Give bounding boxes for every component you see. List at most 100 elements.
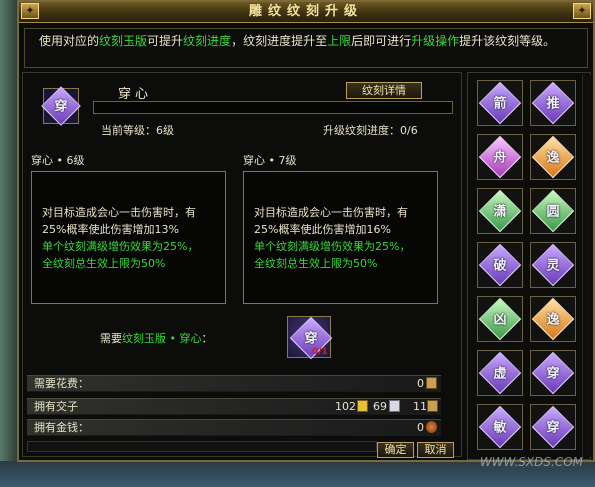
money-row: 拥有金钱： 0 [27, 419, 441, 436]
desc-text: 后即可进行 [351, 34, 412, 48]
jiaozi-icon [426, 377, 437, 389]
gem-char: 穿 [54, 99, 68, 115]
inventory-slot[interactable]: 灵 [530, 242, 576, 288]
effect-line: 全纹刻总生效上限为50% [42, 257, 166, 270]
engraving-gem-icon: 逸 [531, 135, 575, 179]
corner-ornament-left: ✦ [21, 3, 39, 19]
effect-line: 单个纹刻满级增伤效果为25%， [254, 240, 411, 253]
upgrade-progress-bar [93, 101, 453, 114]
inventory-slot[interactable]: 逸 [530, 134, 576, 180]
jiaozi-label: 拥有交子 [34, 400, 78, 413]
inventory-slot[interactable]: 推 [530, 80, 576, 126]
inventory-slot[interactable]: 圆 [530, 188, 576, 234]
main-panel: 穿 穿心 纹刻详情 当前等级：6级 升级纹刻进度：0/6 穿心 • 6级 穿心 … [22, 72, 462, 458]
gem-char: 灵 [546, 258, 560, 274]
effect-line: 单个纹刻满级增伤效果为25%， [42, 240, 199, 253]
gem-char: 逸 [546, 150, 560, 166]
engraving-gem-icon: 箭 [478, 81, 522, 125]
inventory-slot[interactable]: 潇 [477, 188, 523, 234]
next-effect-box: 对目标造成会心一击伤害时，有25%概率使此伤害增加16% 单个纹刻满级增伤效果为… [243, 171, 438, 304]
inventory-slot[interactable]: 敏 [477, 404, 523, 450]
engraving-detail-button[interactable]: 纹刻详情 [346, 82, 422, 99]
inventory-slot[interactable]: 舟 [477, 134, 523, 180]
cost-value: 0 [417, 377, 424, 390]
gem-char: 箭 [493, 96, 507, 112]
current-level: 当前等级：6级 [101, 124, 174, 137]
gem-char: 逸 [546, 312, 560, 328]
inventory-slot[interactable]: 破 [477, 242, 523, 288]
inventory-scrollbar[interactable] [582, 75, 591, 457]
skill-icon[interactable]: 穿 [41, 86, 81, 126]
requirement-suffix: ： [201, 332, 213, 345]
current-effect-title: 穿心 • 6级 [31, 154, 85, 167]
upgrade-progress-text: 升级纹刻进度：0/6 [323, 124, 418, 137]
horizontal-scrollbar[interactable] [27, 441, 377, 452]
confirm-button[interactable]: 确定 [377, 442, 414, 458]
engraving-gem-icon: 逸 [531, 297, 575, 341]
gem-char: 圆 [546, 204, 560, 220]
gem-char: 敏 [493, 420, 507, 436]
description-box: 使用对应的纹刻玉版可提升纹刻进度，纹刻进度提升至上限后即可进行升级操作提升该纹刻… [24, 28, 588, 68]
engraving-gem-icon: 敏 [478, 405, 522, 449]
desc-text: 使用对应的 [39, 34, 100, 48]
skill-name: 穿心 [118, 87, 153, 102]
inventory-slot[interactable]: 虚 [477, 350, 523, 396]
engraving-gem-icon: 灵 [531, 243, 575, 287]
cost-row: 需要花费： 0 [27, 375, 441, 392]
cancel-button[interactable]: 取消 [417, 442, 454, 458]
effect-line: 全纹刻总生效上限为50% [254, 257, 378, 270]
current-effect-box: 对目标造成会心一击伤害时，有25%概率使此伤害增加13% 单个纹刻满级增伤效果为… [31, 171, 226, 304]
gem-char: 推 [546, 96, 560, 112]
desc-highlight: 纹刻进度 [183, 34, 232, 48]
engraving-gem-icon: 穿 [531, 405, 575, 449]
engraving-gem-icon: 潇 [478, 189, 522, 233]
silver-ingot-icon [389, 400, 400, 412]
desc-text: ，纹刻进度提升至 [231, 34, 328, 48]
jiaozi-silver: 69 [373, 400, 387, 413]
engraving-gem-icon: 凶 [478, 297, 522, 341]
window-title: 雕纹纹刻升级 [248, 4, 363, 19]
gem-char: 穿 [546, 420, 560, 436]
gem-char: 凶 [493, 312, 507, 328]
engraving-gem-icon: 圆 [531, 189, 575, 233]
jiaozi-other: 11 [413, 400, 427, 413]
close-button[interactable]: ✦ [573, 3, 591, 19]
engraving-upgrade-window: ✦ 雕纹纹刻升级 ✦ 使用对应的纹刻玉版可提升纹刻进度，纹刻进度提升至上限后即可… [17, 0, 595, 462]
required-item-count: 0/1 [312, 347, 328, 357]
site-watermark: WWW.SXDS.COM [479, 455, 583, 469]
title-bar[interactable]: ✦ 雕纹纹刻升级 ✦ [19, 2, 593, 23]
inventory-slot[interactable]: 凶 [477, 296, 523, 342]
effect-line: 对目标造成会心一击伤害时，有25%概率使此伤害增加16% [254, 206, 408, 236]
engraving-inventory-panel: 箭推舟逸潇圆破灵凶逸虚穿敏穿 [467, 72, 591, 460]
money-value: 0 [417, 421, 424, 434]
gem-char: 虚 [493, 366, 507, 382]
gem-char: 破 [493, 258, 507, 274]
requirement-label: 需要纹刻玉版 • 穿心： [100, 330, 212, 346]
desc-highlight: 上限 [327, 34, 352, 48]
gem-char: 穿 [546, 366, 560, 382]
effect-line: 对目标造成会心一击伤害时，有25%概率使此伤害增加13% [42, 206, 196, 236]
money-label: 拥有金钱： [34, 421, 89, 434]
inventory-slot[interactable]: 箭 [477, 80, 523, 126]
engraving-gem-icon: 穿 [41, 86, 81, 126]
jiaozi-row: 拥有交子 102 69 11 [27, 398, 441, 415]
engraving-gem-icon: 虚 [478, 351, 522, 395]
inventory-slot[interactable]: 穿 [530, 350, 576, 396]
gem-char: 潇 [493, 204, 507, 220]
requirement-item: 纹刻玉版 • 穿心 [122, 332, 202, 345]
copper-coin-icon [426, 421, 437, 433]
desc-text: 提升该纹刻等级。 [459, 34, 556, 48]
gold-ingot-icon [357, 400, 368, 412]
desc-highlight: 升级操作 [411, 34, 460, 48]
gem-char: 舟 [493, 150, 507, 166]
book-icon [427, 400, 438, 412]
next-effect-title: 穿心 • 7级 [243, 154, 297, 167]
engraving-gem-icon: 舟 [478, 135, 522, 179]
inventory-slot[interactable]: 穿 [530, 404, 576, 450]
desc-text: 可提升 [147, 34, 184, 48]
engraving-gem-icon: 破 [478, 243, 522, 287]
jiaozi-gold: 102 [335, 400, 356, 413]
cost-label: 需要花费： [34, 377, 89, 390]
inventory-slot[interactable]: 逸 [530, 296, 576, 342]
game-background-left [0, 0, 18, 487]
